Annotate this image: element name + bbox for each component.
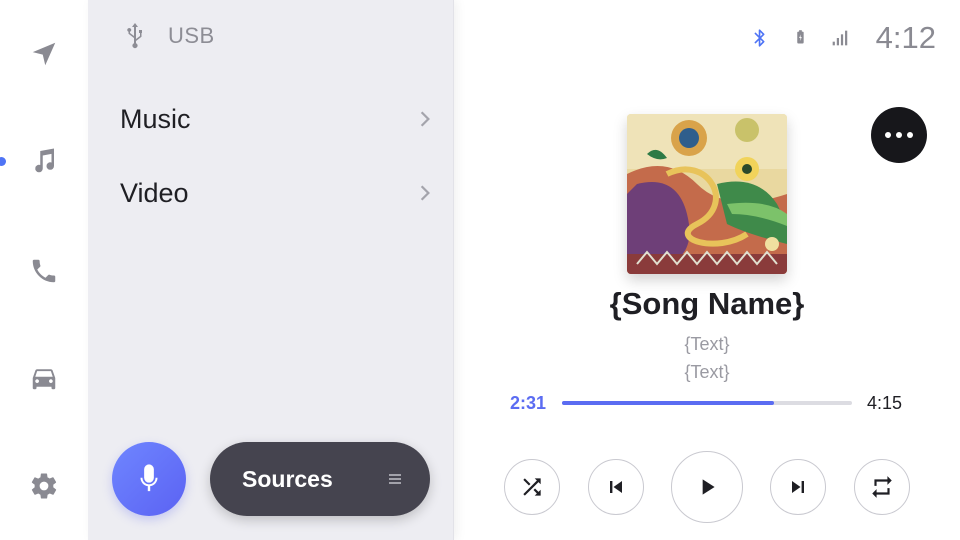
panel-title: USB [168, 23, 215, 48]
elapsed-time: 2:31 [510, 393, 547, 413]
rail-item-settings[interactable] [24, 466, 64, 506]
rail-item-navigation[interactable] [24, 34, 64, 74]
usb-icon [127, 23, 142, 49]
shuffle-icon [523, 478, 541, 496]
play-icon [702, 479, 715, 495]
next-track-button[interactable] [770, 459, 826, 515]
navigation-arrow-icon [32, 42, 56, 66]
voice-button[interactable] [112, 442, 186, 516]
nav-rail [0, 0, 88, 540]
sources-label: Sources [242, 465, 333, 492]
album-art [627, 114, 787, 274]
song-subtitle-2: {Text} [684, 362, 730, 382]
more-options-button[interactable] [871, 107, 927, 163]
total-time: 4:15 [867, 393, 903, 413]
play-button[interactable] [671, 451, 743, 523]
menu-item-label: Video [120, 177, 189, 208]
phone-icon [32, 259, 56, 283]
progress-fill [562, 401, 774, 405]
song-name: {Song Name} [609, 286, 805, 321]
car-icon [32, 369, 56, 390]
music-note-icon [35, 148, 55, 173]
gear-icon [31, 473, 57, 499]
chevron-right-icon [420, 111, 430, 127]
rail-item-phone[interactable] [24, 251, 64, 291]
previous-track-button[interactable] [588, 459, 644, 515]
progress-bar[interactable] [562, 401, 852, 405]
repeat-icon [872, 476, 892, 498]
source-panel: USB Music Video Sources [88, 0, 454, 540]
bluetooth-icon [754, 29, 765, 47]
more-dots-icon [885, 132, 891, 138]
menu-lines-icon [389, 474, 401, 484]
microphone-icon [140, 464, 158, 492]
menu-item-label: Music [120, 103, 191, 134]
shuffle-button[interactable] [504, 459, 560, 515]
menu-item-music[interactable]: Music [120, 96, 432, 142]
song-subtitle-1: {Text} [684, 334, 730, 354]
rail-item-music[interactable] [24, 141, 64, 181]
menu-item-video[interactable]: Video [120, 170, 432, 216]
previous-track-icon [610, 481, 622, 493]
rail-item-vehicle[interactable] [24, 358, 64, 398]
repeat-button[interactable] [854, 459, 910, 515]
signal-bars-icon [832, 30, 847, 46]
status-bar: 4:12 [750, 18, 936, 58]
panel-header: USB [122, 22, 215, 50]
phone-battery-icon [796, 30, 804, 44]
sources-button[interactable]: Sources [210, 442, 430, 516]
chevron-right-icon [420, 185, 430, 201]
next-track-icon [792, 481, 804, 493]
clock: 4:12 [875, 20, 936, 55]
active-indicator [0, 157, 6, 166]
